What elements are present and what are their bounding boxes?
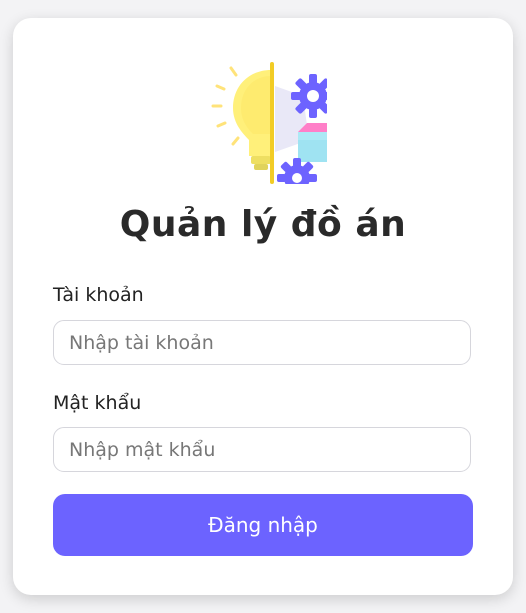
password-label: Mật khẩu: [53, 392, 142, 414]
project-logo-icon: [211, 62, 327, 184]
bulb-base: [251, 156, 271, 164]
login-card: Quản lý đồ án Tài khoản Mật khẩu Đăng nh…: [13, 18, 513, 595]
cube-icon: [298, 123, 327, 162]
username-input[interactable]: [53, 320, 471, 365]
username-label: Tài khoản: [53, 284, 144, 306]
password-input[interactable]: [53, 427, 471, 472]
login-button[interactable]: Đăng nhập: [53, 494, 473, 556]
page-title: Quản lý đồ án: [119, 204, 407, 245]
bulb-base-bottom: [254, 164, 268, 170]
